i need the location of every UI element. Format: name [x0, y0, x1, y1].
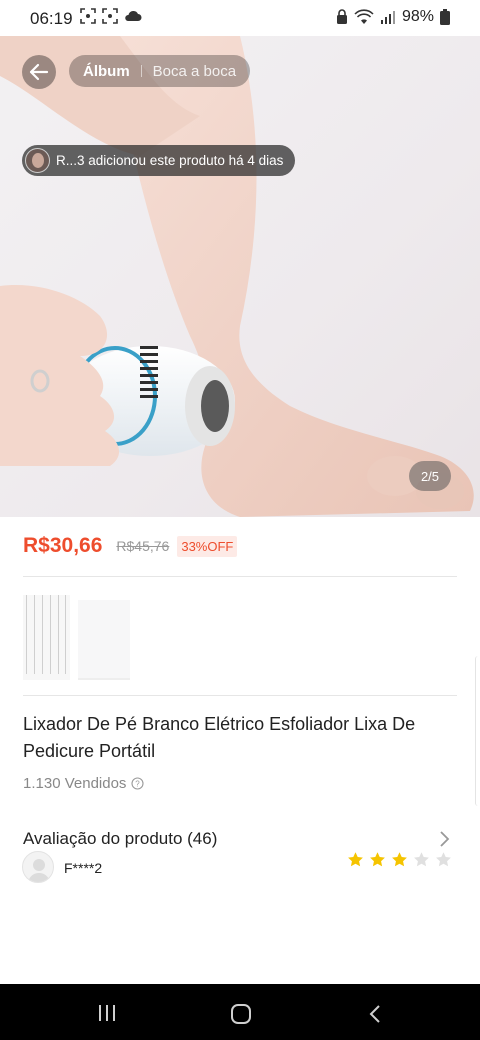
- wifi-icon: [354, 9, 374, 24]
- status-time: 06:19: [30, 9, 73, 28]
- star-icon: [370, 852, 385, 867]
- rating-stars: [347, 851, 452, 868]
- variant-thumbnail-2[interactable]: [78, 600, 130, 680]
- product-image-gallery[interactable]: Álbum Boca a boca R...3 adicionou este p…: [0, 36, 480, 517]
- discount-badge: 33%OFF: [177, 535, 238, 557]
- star-icon: [414, 852, 429, 867]
- thumb-stripe: [26, 595, 27, 674]
- back-arrow-icon: [29, 63, 49, 81]
- svg-text:?: ?: [136, 780, 141, 789]
- status-left-icons: [80, 8, 142, 24]
- screenshot-icon: [80, 8, 96, 24]
- product-photo: [0, 36, 474, 517]
- product-title: Lixador De Pé Branco Elétrico Esfoliador…: [23, 714, 416, 761]
- thumb-stripe: [42, 595, 43, 674]
- current-price: R$30,66: [23, 534, 103, 557]
- tab-album[interactable]: Álbum: [83, 63, 130, 80]
- lock-icon: [336, 9, 347, 24]
- rating-section-header[interactable]: Avaliação do produto (46): [23, 829, 217, 849]
- variant-thumbnail-1[interactable]: [23, 595, 70, 680]
- home-icon[interactable]: [230, 1003, 252, 1025]
- thumb-stripe: [58, 595, 59, 674]
- reviewer-avatar: [22, 851, 54, 883]
- screenshot-icon-2: [102, 8, 118, 24]
- user-icon: [28, 859, 50, 882]
- battery-icon: [440, 9, 450, 25]
- gallery-tabs: Álbum Boca a boca: [69, 55, 251, 87]
- star-icon: [436, 852, 451, 867]
- battery-percent: 98%: [401, 8, 434, 25]
- divider: [23, 576, 457, 577]
- status-right-icons: 98%: [336, 8, 450, 26]
- info-icon[interactable]: ?: [131, 777, 144, 790]
- recents-icon[interactable]: [97, 1005, 117, 1021]
- reviewer-name: F****2: [64, 860, 103, 876]
- chevron-right-icon[interactable]: [437, 829, 451, 849]
- star-icon: [348, 852, 363, 867]
- notice-text: R...3 adicionou este produto há 4 dias: [56, 153, 284, 168]
- thumb-stripe: [50, 595, 51, 674]
- sold-count-text: 1.130 Vendidos: [23, 775, 127, 792]
- cloud-icon: [125, 10, 142, 21]
- recent-add-notice: R...3 adicionou este produto há 4 dias: [22, 145, 296, 176]
- back-icon[interactable]: [368, 1004, 382, 1024]
- original-price: R$45,76: [116, 538, 170, 554]
- star-icon: [392, 852, 407, 867]
- tab-separator: [140, 65, 142, 77]
- status-bar: 06:19 98%: [0, 0, 480, 36]
- thumb-stripe: [65, 595, 66, 674]
- back-button[interactable]: [22, 55, 56, 89]
- divider: [23, 695, 457, 696]
- tab-word-of-mouth[interactable]: Boca a boca: [153, 63, 236, 80]
- thumb-stripe: [34, 595, 35, 674]
- notice-avatar: [25, 148, 50, 173]
- signal-icon: [380, 11, 395, 24]
- scroll-edge[interactable]: [475, 656, 480, 806]
- image-counter: 2/5: [409, 461, 451, 491]
- price-row: R$30,66 R$45,76 33%OFF: [23, 534, 238, 558]
- sold-count: 1.130 Vendidos ?: [23, 775, 144, 792]
